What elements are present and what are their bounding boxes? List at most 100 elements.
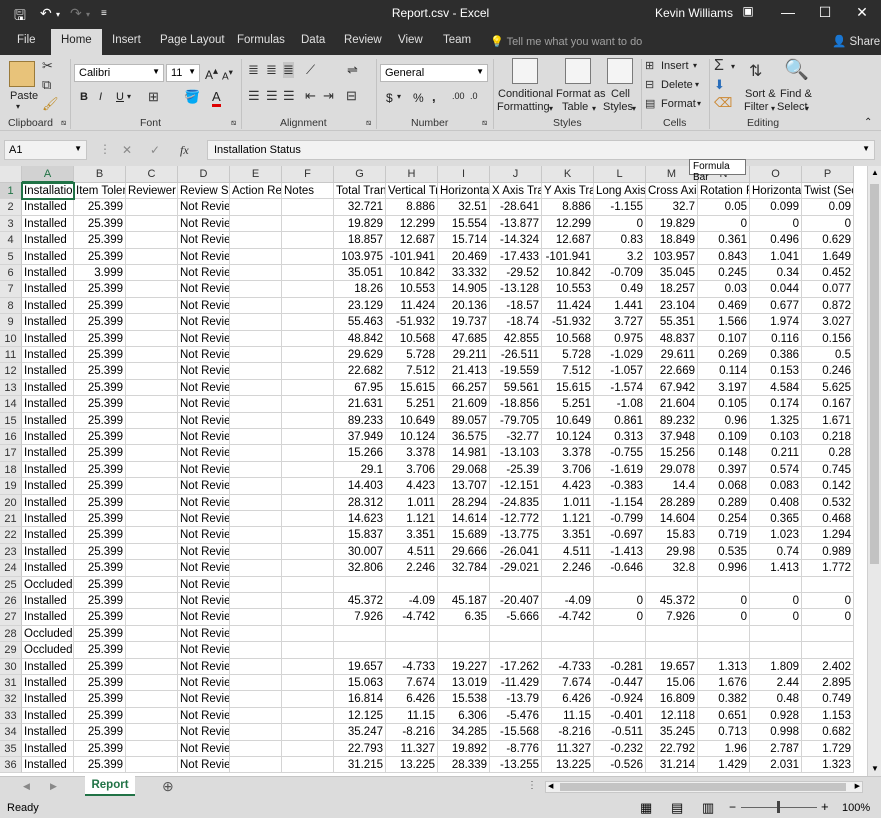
table-cell[interactable]: 25.399 [74, 199, 126, 216]
table-cell[interactable]: -1.029 [594, 347, 646, 364]
table-cell[interactable] [230, 560, 282, 577]
table-cell[interactable]: Installed [22, 461, 74, 479]
table-cell[interactable]: Installed [22, 675, 74, 692]
table-cell[interactable]: Not Reviewed [178, 576, 230, 593]
table-cell[interactable]: 10.568 [542, 330, 594, 347]
cell-styles-label-2[interactable]: Styles [603, 101, 633, 113]
table-cell[interactable] [386, 642, 438, 659]
table-cell[interactable]: -4.09 [386, 593, 438, 610]
table-cell[interactable]: -0.799 [594, 511, 646, 528]
table-cell[interactable]: 25.399 [74, 757, 126, 774]
table-cell[interactable]: 6.426 [386, 691, 438, 708]
table-cell[interactable] [282, 724, 334, 741]
table-cell[interactable]: 55.463 [334, 314, 386, 331]
table-cell[interactable]: Installed [22, 265, 74, 282]
maximize-button[interactable]: ☐ [815, 4, 835, 21]
table-cell[interactable]: 67.95 [334, 379, 386, 397]
table-cell[interactable]: Not Reviewed [178, 347, 230, 364]
table-cell[interactable] [230, 642, 282, 659]
table-cell[interactable] [126, 576, 178, 593]
table-cell[interactable]: 0.044 [750, 281, 802, 298]
table-cell[interactable]: 25.399 [74, 658, 126, 675]
zoom-level[interactable]: 100% [842, 802, 870, 814]
table-cell[interactable] [282, 560, 334, 577]
table-cell[interactable] [282, 658, 334, 675]
table-cell[interactable] [230, 740, 282, 757]
table-cell[interactable]: 11.424 [386, 297, 438, 315]
table-cell[interactable]: 4.423 [542, 478, 594, 495]
table-cell[interactable]: Not Reviewed [178, 724, 230, 741]
row-header[interactable]: 1 [0, 183, 22, 200]
table-cell[interactable]: 25.399 [74, 347, 126, 364]
header-cell[interactable]: X Axis Translation [490, 183, 542, 200]
table-cell[interactable]: 14.4 [646, 478, 698, 495]
font-color-icon[interactable]: A [212, 89, 221, 107]
table-cell[interactable]: 4.423 [386, 478, 438, 495]
table-cell[interactable]: Installed [22, 232, 74, 249]
table-cell[interactable] [126, 314, 178, 331]
table-cell[interactable]: 30.007 [334, 543, 386, 561]
table-cell[interactable]: -4.733 [542, 658, 594, 675]
increase-indent-icon[interactable]: ⇥ [323, 88, 334, 104]
table-cell[interactable]: 0.289 [698, 494, 750, 511]
table-cell[interactable]: Not Reviewed [178, 740, 230, 757]
table-cell[interactable]: Installed [22, 396, 74, 413]
format-painter-icon[interactable]: 🖌 [42, 96, 59, 112]
table-cell[interactable]: 16.809 [646, 691, 698, 708]
table-cell[interactable]: Not Reviewed [178, 494, 230, 511]
table-cell[interactable] [230, 248, 282, 265]
user-name[interactable]: Kevin Williams [655, 6, 733, 20]
table-cell[interactable]: Not Reviewed [178, 543, 230, 561]
table-cell[interactable]: 0.254 [698, 511, 750, 528]
table-cell[interactable] [230, 724, 282, 741]
table-cell[interactable]: Not Reviewed [178, 642, 230, 659]
table-cell[interactable]: 0.535 [698, 543, 750, 561]
column-header-j[interactable]: J [490, 166, 542, 183]
table-cell[interactable]: 7.512 [542, 363, 594, 380]
table-cell[interactable]: 12.687 [542, 232, 594, 249]
column-header-b[interactable]: B [74, 166, 126, 183]
table-cell[interactable]: 25.399 [74, 675, 126, 692]
table-cell[interactable] [698, 576, 750, 593]
close-button[interactable]: ✕ [852, 4, 872, 21]
table-cell[interactable] [126, 691, 178, 708]
table-cell[interactable] [490, 576, 542, 593]
ribbon-display-icon[interactable]: ▣ [738, 4, 758, 18]
table-cell[interactable]: 32.7 [646, 199, 698, 216]
table-cell[interactable]: Not Reviewed [178, 330, 230, 347]
row-header[interactable]: 36 [0, 757, 22, 774]
table-cell[interactable] [230, 232, 282, 249]
table-cell[interactable]: 0.365 [750, 511, 802, 528]
header-cell[interactable]: Rotation F [698, 183, 750, 200]
table-cell[interactable] [126, 527, 178, 544]
font-launcher-icon[interactable]: ⧅ [231, 118, 236, 128]
table-cell[interactable] [542, 576, 594, 593]
table-cell[interactable] [282, 675, 334, 692]
table-cell[interactable]: 59.561 [490, 379, 542, 397]
table-cell[interactable]: 0.574 [750, 461, 802, 479]
table-cell[interactable]: 0.408 [750, 494, 802, 511]
table-cell[interactable]: 1.153 [802, 707, 854, 725]
table-cell[interactable]: 34.285 [438, 724, 490, 741]
table-cell[interactable]: 25.399 [74, 740, 126, 757]
table-cell[interactable]: -1.619 [594, 461, 646, 479]
conditional-formatting-label-1[interactable]: Conditional [498, 88, 553, 100]
column-header-h[interactable]: H [386, 166, 438, 183]
table-cell[interactable] [126, 642, 178, 659]
table-cell[interactable]: Installed [22, 740, 74, 757]
column-header-g[interactable]: G [334, 166, 386, 183]
table-cell[interactable] [646, 576, 698, 593]
table-cell[interactable]: 0.361 [698, 232, 750, 249]
format-as-table-icon[interactable] [565, 58, 591, 84]
table-cell[interactable]: 25.399 [74, 412, 126, 429]
table-cell[interactable] [230, 625, 282, 643]
table-cell[interactable]: Not Reviewed [178, 445, 230, 462]
table-cell[interactable] [282, 478, 334, 495]
table-cell[interactable]: 32.806 [334, 560, 386, 577]
table-cell[interactable]: 0.34 [750, 265, 802, 282]
table-cell[interactable] [126, 429, 178, 446]
insert-function-button[interactable]: fx [180, 143, 189, 158]
row-header[interactable]: 4 [0, 232, 22, 249]
header-cell[interactable]: Horizontal Translation [438, 183, 490, 200]
table-cell[interactable]: 0.928 [750, 707, 802, 725]
